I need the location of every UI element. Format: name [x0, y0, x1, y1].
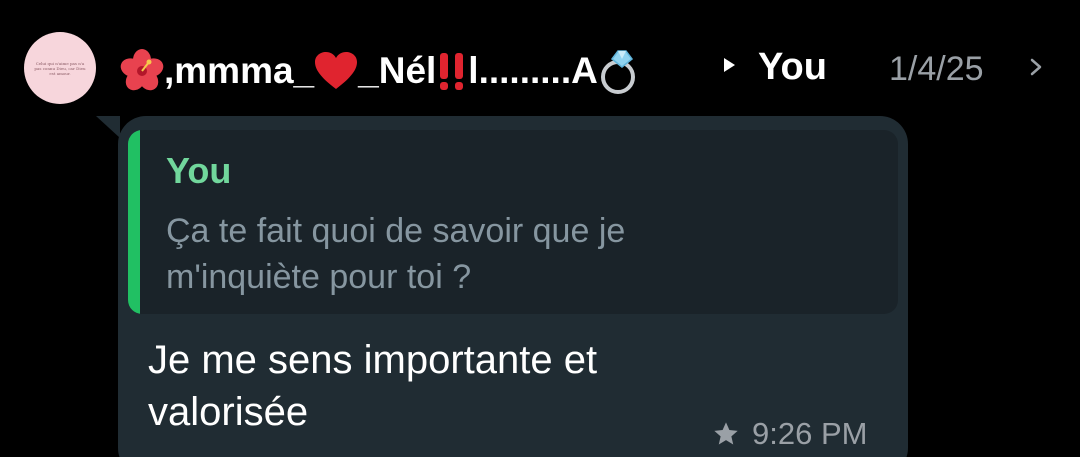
- chat-screen: Celui qui n'aime pas n'a pas connu Dieu,…: [0, 0, 1080, 457]
- sender-name-part: ,mmma_: [164, 50, 315, 91]
- quote-author: You: [166, 150, 232, 191]
- message-time: 9:26 PM: [752, 416, 868, 451]
- hibiscus-emoji: [120, 49, 164, 93]
- red-heart-emoji: [314, 51, 358, 91]
- message-date: 1/4/25: [889, 50, 984, 88]
- double-exclamation-emoji: [436, 51, 468, 91]
- chevron-right-icon[interactable]: [1026, 52, 1048, 82]
- sender-name-part: l.........A: [468, 50, 598, 91]
- star-icon: [714, 422, 738, 445]
- sender-name[interactable]: ,mmma_ _Nél l.........A: [120, 44, 640, 98]
- quoted-message[interactable]: You Ça te fait quoi de savoir que je m'i…: [128, 130, 898, 314]
- sender-name-part: _Nél: [358, 50, 437, 91]
- ring-emoji: [598, 47, 640, 95]
- quote-text: Ça te fait quoi de savoir que je m'inqui…: [166, 212, 626, 296]
- message-meta: 9:26 PM: [712, 414, 867, 454]
- avatar-text: Celui qui n'aime pas n'a pas connu Dieu,…: [34, 60, 86, 76]
- recipient-name: You: [758, 46, 827, 88]
- avatar[interactable]: Celui qui n'aime pas n'a pas connu Dieu,…: [24, 32, 96, 104]
- quote-accent-bar: [128, 130, 140, 314]
- bubble-tail: [96, 116, 120, 138]
- message-header[interactable]: Celui qui n'aime pas n'a pas connu Dieu,…: [0, 0, 1080, 120]
- message-body: Je me sens importante et valorisée: [148, 338, 598, 434]
- arrow-right-icon: [724, 58, 735, 72]
